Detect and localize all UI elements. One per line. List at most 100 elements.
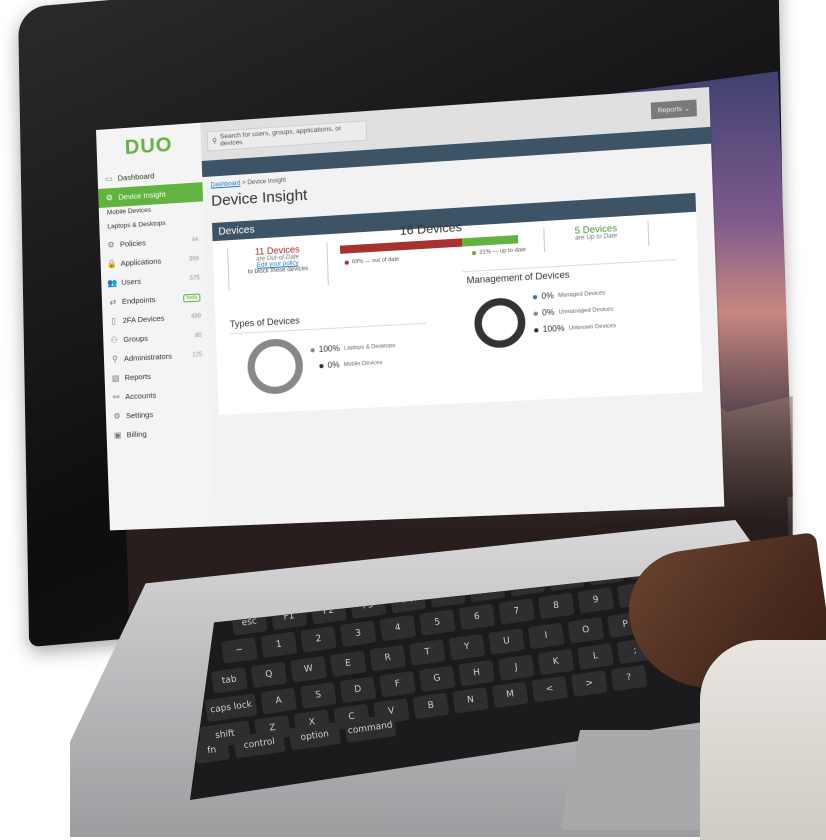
up-to-date-bar-segment	[462, 235, 519, 247]
keyboard-key[interactable]: tab	[210, 667, 248, 694]
keyboard-key[interactable]: Q	[250, 661, 288, 689]
admin-icon: ⚲	[111, 354, 119, 364]
sidebar-item-label: Billing	[126, 429, 147, 440]
sidebar: DUO ▭ Dashboard ⚙ Device Insight Mobile …	[96, 122, 216, 531]
sidebar-item-count: 80	[194, 332, 202, 339]
management-legend-row: 100% Unknown Devices	[534, 321, 616, 335]
sidebar-item-label: Users	[121, 276, 142, 287]
management-pct: 100%	[542, 323, 565, 335]
red-dot-icon	[344, 260, 349, 265]
search-icon: ⚲	[212, 137, 218, 146]
sidebar-item-count: 575	[189, 274, 200, 282]
sidebar-item-label: Accounts	[125, 390, 157, 402]
devices-card: Devices 11 Devices are Out-of-Date Edit …	[211, 192, 703, 415]
keyboard-key[interactable]: 5	[419, 609, 456, 636]
management-legend-row: 0% Unmanaged Devices	[533, 304, 614, 318]
gray-dot-icon	[310, 347, 315, 352]
dark-dot-icon	[534, 327, 539, 332]
types-label: Laptops & Desktops	[343, 342, 396, 352]
keyboard-key[interactable]: B	[412, 692, 450, 720]
sidebar-item-label: Settings	[125, 409, 154, 421]
duo-admin-screen: DUO ▭ Dashboard ⚙ Device Insight Mobile …	[96, 87, 725, 531]
keyboard-key[interactable]: N	[452, 687, 489, 714]
management-donut-chart	[473, 296, 527, 350]
keyboard-key[interactable]: K	[537, 648, 575, 676]
keyboard-key[interactable]: <	[531, 675, 569, 703]
out-of-date-legend: 69% — out of date	[344, 257, 399, 266]
keyboard-key[interactable]: U	[488, 628, 525, 655]
beta-badge: beta	[183, 292, 201, 302]
management-legend-row: 0% Managed Devices	[532, 288, 606, 302]
keyboard-key[interactable]: 1	[260, 631, 298, 659]
keyboard-key[interactable]: E	[329, 650, 367, 677]
sidebar-item-label: Reports	[124, 371, 152, 383]
keyboard-key[interactable]: A	[260, 687, 298, 715]
keyboard-key[interactable]: R	[369, 644, 407, 672]
sweater-sleeve	[700, 640, 826, 840]
sidebar-item-billing[interactable]: ▣ Billing	[106, 421, 211, 445]
out-of-date-summary: 11 Devices are Out-of-Date Edit your pol…	[227, 242, 329, 291]
keyboard-key[interactable]: fn	[193, 737, 231, 764]
keyboard-key[interactable]: 7	[498, 598, 535, 625]
keyboard-key[interactable]: 3	[339, 620, 377, 647]
breadcrumb-separator: >	[242, 180, 246, 187]
duo-logo[interactable]: DUO	[96, 123, 202, 170]
keyboard-key[interactable]: T	[409, 639, 446, 666]
keyboard-key[interactable]: L	[577, 643, 614, 670]
keyboard-key[interactable]: I	[527, 622, 565, 650]
up-to-date-summary: 5 Devices are Up to Date	[543, 220, 650, 253]
reports-dropdown-button[interactable]: Reports ⌄	[650, 99, 697, 120]
keyboard-key[interactable]: W	[290, 656, 327, 683]
sidebar-item-count: 369	[188, 255, 200, 263]
monitor-icon: ▭	[104, 174, 113, 184]
keyboard-key[interactable]: 8	[537, 592, 575, 620]
keyboard-key[interactable]: D	[339, 676, 377, 704]
keyboard-key[interactable]: ?	[610, 664, 648, 692]
up-to-date-legend-label: 31% — up to date	[479, 246, 527, 256]
total-devices: 16 Devices	[399, 219, 463, 238]
report-icon: ▤	[111, 373, 120, 383]
out-of-date-bar-segment	[339, 238, 463, 254]
management-label: Unknown Devices	[568, 322, 617, 332]
sidebar-item-label: Groups	[123, 333, 149, 345]
keyboard-key[interactable]: Y	[448, 633, 486, 661]
phone-icon: ▯	[111, 316, 116, 326]
keyboard-key[interactable]: 2	[300, 626, 337, 653]
main-content: Dashboard > Device Insight Device Insigh…	[201, 126, 725, 527]
group-icon: ⚇	[110, 335, 119, 345]
keyboard-key[interactable]: O	[567, 617, 605, 644]
keyboard-key[interactable]: G	[418, 665, 456, 692]
sidebar-item-count: 125	[192, 351, 203, 359]
keyboard-key[interactable]: 6	[458, 603, 496, 631]
management-pct: 0%	[541, 291, 554, 302]
gear-icon: ⚙	[105, 193, 114, 203]
breadcrumb-current: Device Insight	[247, 177, 287, 187]
green-dot-icon	[471, 250, 477, 256]
lock-icon: 🔒	[106, 259, 117, 269]
sidebar-item-label: Policies	[119, 238, 146, 249]
keyboard-key[interactable]: >	[570, 670, 608, 697]
sidebar-item-label: Endpoints	[121, 295, 156, 306]
keyboard-key[interactable]: 4	[379, 614, 417, 642]
management-pct: 0%	[541, 307, 555, 318]
keyboard-key[interactable]: ~	[220, 637, 258, 664]
types-pct: 100%	[318, 343, 341, 355]
search-input[interactable]: ⚲ Search for users, groups, applications…	[206, 120, 368, 152]
sidebar-item-count: 499	[190, 313, 202, 320]
types-label: Mobile Devices	[343, 359, 383, 368]
search-placeholder: Search for users, groups, applications, …	[219, 125, 342, 148]
types-pct: 0%	[327, 360, 340, 370]
keyboard-key[interactable]: J	[497, 654, 535, 681]
keyboard-key[interactable]: M	[491, 681, 529, 709]
keyboard-key[interactable]: H	[458, 659, 496, 687]
keyboard-key[interactable]: F	[379, 670, 416, 698]
up-to-date-legend: 31% — up to date	[471, 246, 527, 256]
breadcrumb-dashboard-link[interactable]: Dashboard	[211, 181, 241, 189]
keyboard-key[interactable]: 9	[577, 587, 615, 614]
gray-dot-icon	[533, 311, 538, 316]
keyboard-key[interactable]: caps lock	[204, 693, 258, 722]
sidebar-item-label: 2FA Devices	[122, 313, 165, 326]
keyboard-key[interactable]: S	[299, 682, 337, 709]
sidebar-item-label: Device Insight	[118, 189, 166, 202]
types-donut-chart	[246, 337, 304, 396]
